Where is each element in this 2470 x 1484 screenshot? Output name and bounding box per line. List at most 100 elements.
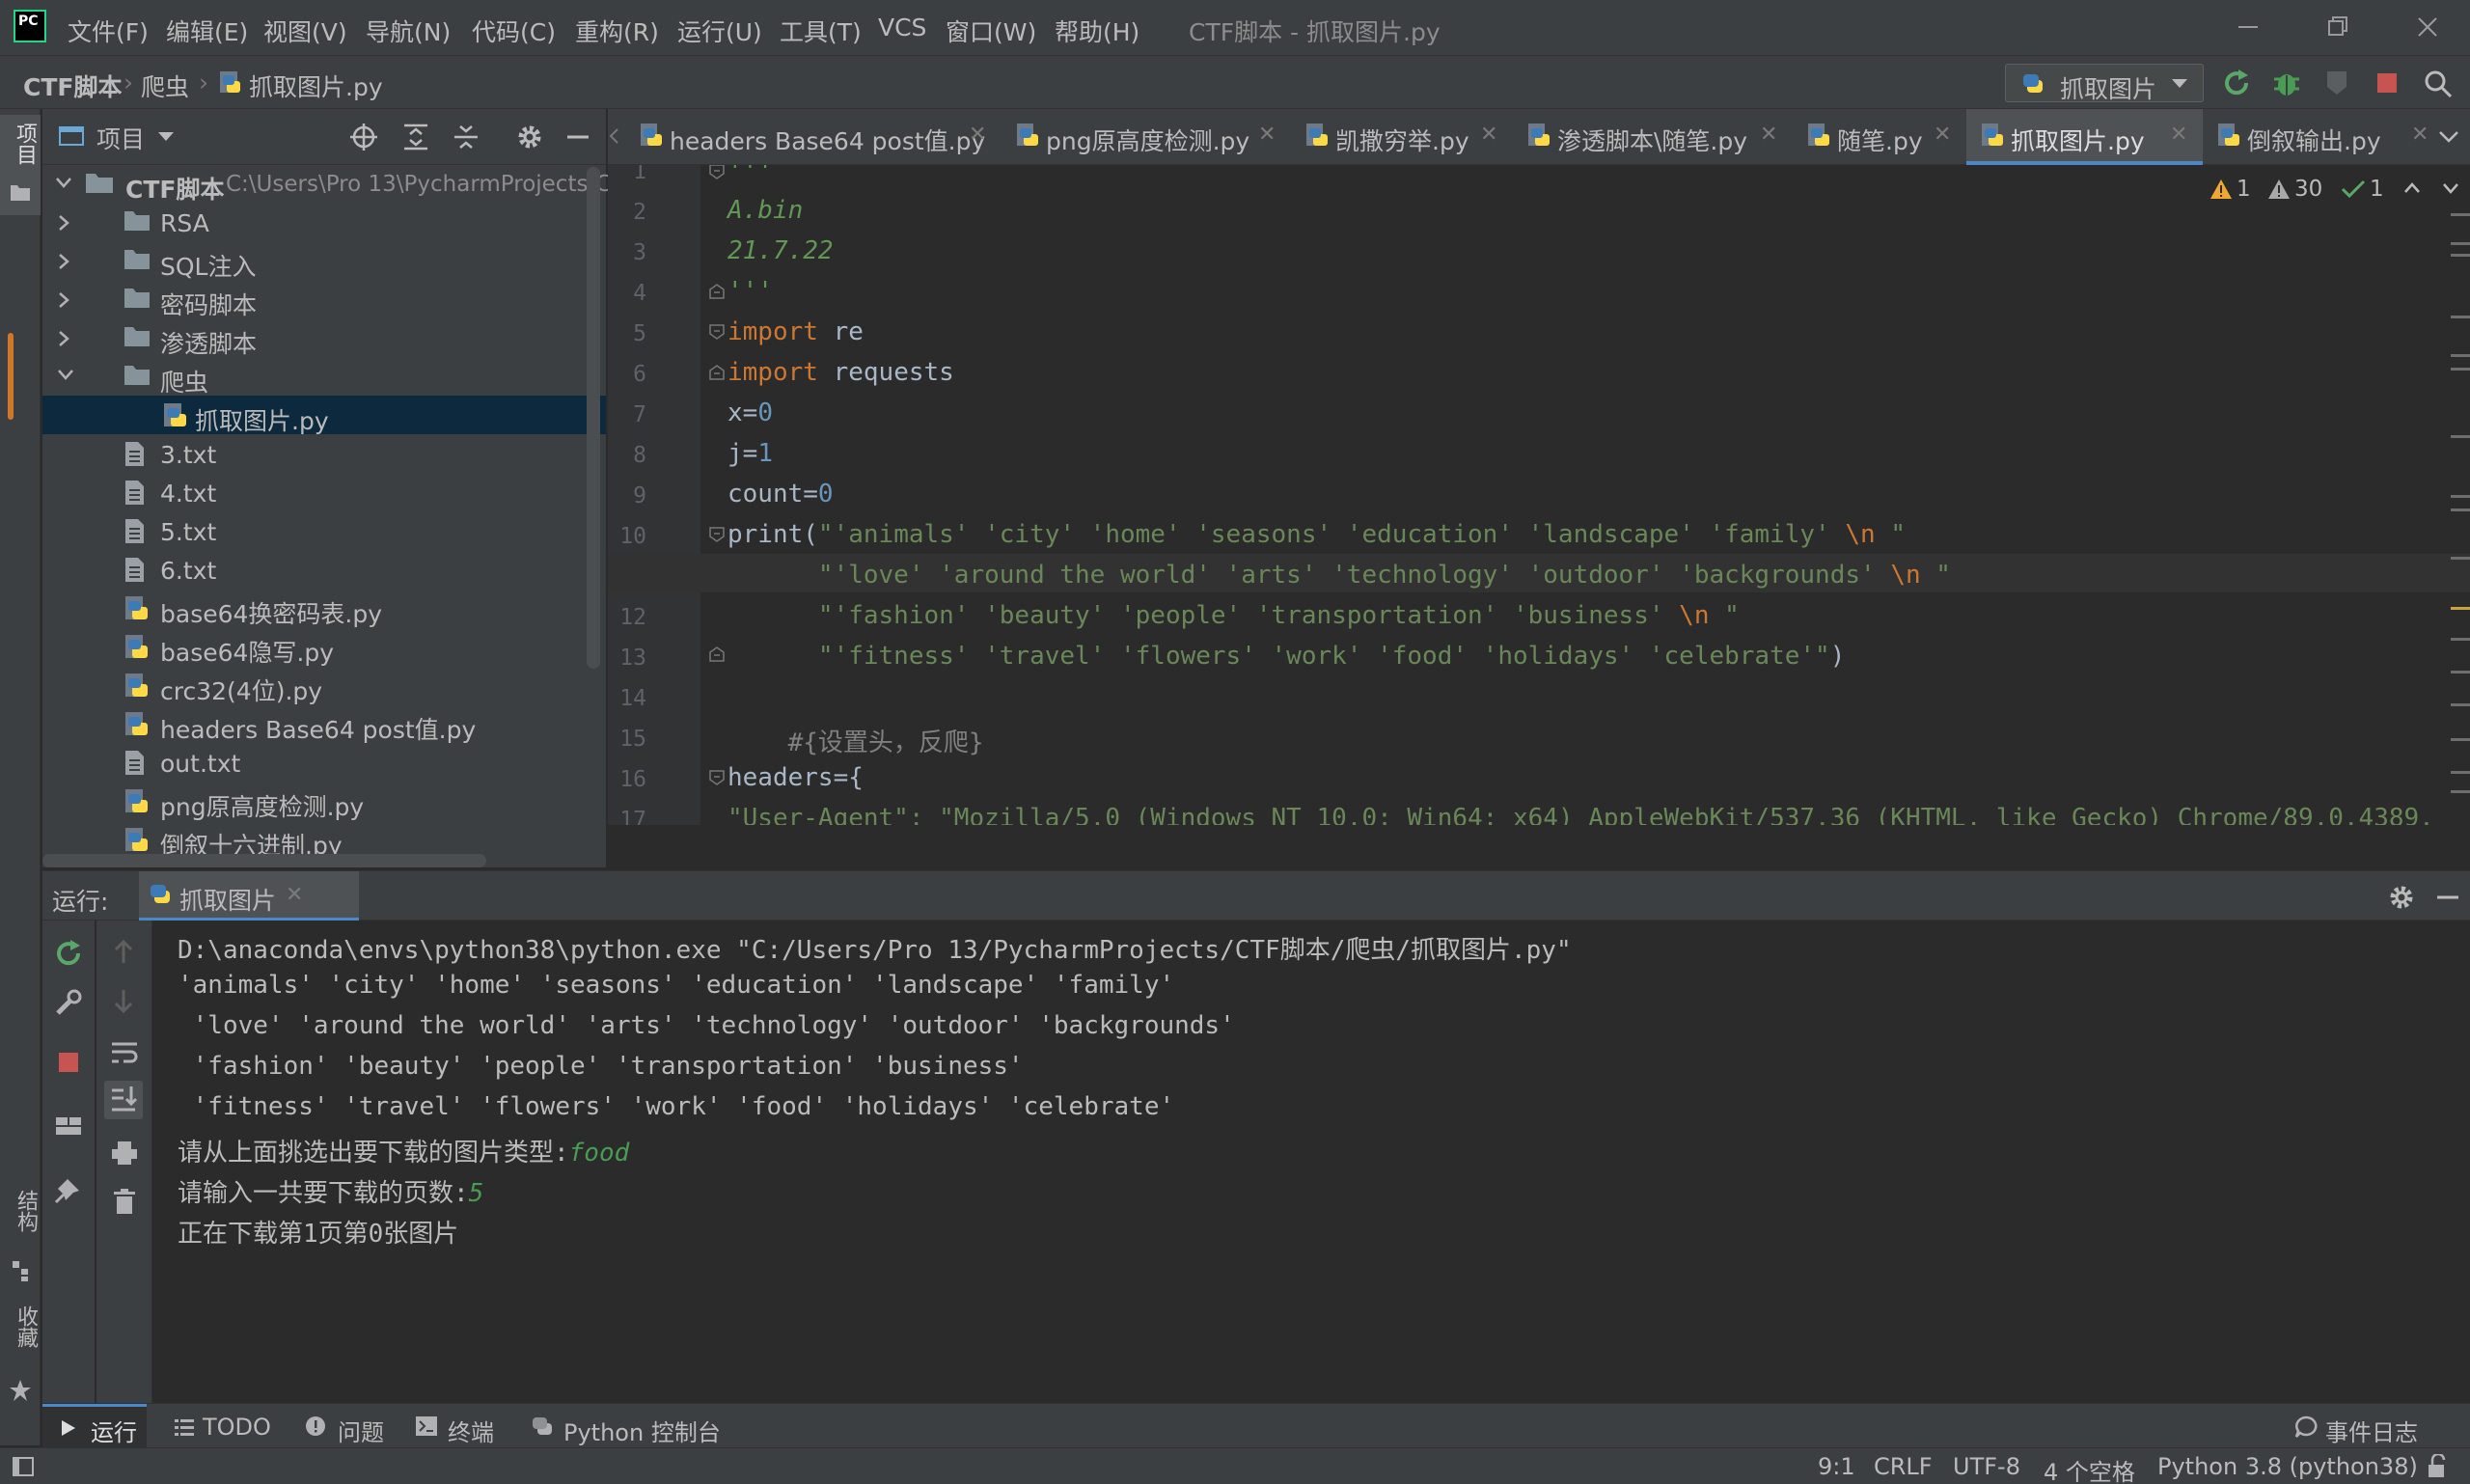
gear-icon[interactable] xyxy=(2387,883,2416,912)
trash-icon[interactable] xyxy=(110,1187,139,1216)
tree-file-row[interactable]: 5.txt xyxy=(42,511,606,550)
fold-icon[interactable] xyxy=(708,323,726,341)
tool-tab-run[interactable]: 运行 xyxy=(42,1404,147,1448)
breadcrumb-project[interactable]: CTF脚本 xyxy=(23,69,122,103)
run-tab[interactable]: 抓取图片 ✕ xyxy=(139,871,359,921)
fold-end-icon[interactable] xyxy=(708,283,726,300)
editor-tab[interactable]: 渗透脚本\随笔.py ✕ xyxy=(1513,109,1793,165)
tool-tab-python-console[interactable]: Python 控制台 xyxy=(563,1414,721,1447)
indent-setting[interactable]: 4 个空格 xyxy=(2044,1453,2135,1484)
hide-panel-icon[interactable] xyxy=(563,123,592,151)
tree-file-row[interactable]: 3.txt xyxy=(42,434,606,473)
fold-end-icon[interactable] xyxy=(708,364,726,381)
menu-refactor[interactable]: 重构(R) xyxy=(575,14,659,48)
hide-panel-icon[interactable] xyxy=(2433,883,2462,912)
gear-icon[interactable] xyxy=(515,123,544,151)
close-tab-icon[interactable]: ✕ xyxy=(2170,123,2187,147)
menu-window[interactable]: 窗口(W) xyxy=(946,14,1036,48)
menu-tools[interactable]: 工具(T) xyxy=(780,14,862,48)
fold-end-icon[interactable] xyxy=(708,646,726,663)
close-tab-icon[interactable]: ✕ xyxy=(969,123,986,147)
chevron-right-icon[interactable] xyxy=(56,213,71,233)
close-window-icon[interactable] xyxy=(2408,10,2447,44)
menu-edit[interactable]: 编辑(E) xyxy=(166,14,248,48)
stop-icon[interactable] xyxy=(56,1050,81,1075)
breadcrumb-folder[interactable]: 爬虫 xyxy=(141,69,189,103)
restore-icon[interactable] xyxy=(2318,10,2356,44)
line-separator[interactable]: CRLF xyxy=(1874,1453,1933,1480)
menu-help[interactable]: 帮助(H) xyxy=(1055,14,1139,48)
tool-tab-event-log[interactable]: 事件日志 xyxy=(2325,1414,2418,1447)
pin-icon[interactable] xyxy=(54,1175,83,1204)
close-tab-icon[interactable]: ✕ xyxy=(1760,123,1777,147)
next-highlight-icon[interactable] xyxy=(2441,180,2460,196)
tool-tab-todo[interactable]: TODO xyxy=(203,1414,271,1441)
tool-tab-problems[interactable]: 问题 xyxy=(338,1414,384,1447)
tree-folder-row[interactable]: 爬虫 xyxy=(42,357,606,397)
menu-vcs[interactable]: VCS xyxy=(878,14,926,41)
close-tab-icon[interactable]: ✕ xyxy=(286,883,303,907)
project-view-selector[interactable]: 项目 xyxy=(96,121,145,155)
lock-icon[interactable] xyxy=(2426,1454,2449,1479)
chevron-right-icon[interactable] xyxy=(56,329,71,348)
chevron-right-icon[interactable] xyxy=(56,290,71,310)
horizontal-scrollbar[interactable] xyxy=(42,854,486,867)
run-console[interactable]: D:\anaconda\envs\python38\python.exe "C:… xyxy=(152,921,2470,1403)
project-tool-tab[interactable]: 项目 xyxy=(0,115,41,215)
tree-file-row[interactable]: out.txt xyxy=(42,743,606,782)
tree-file-row[interactable]: headers Base64 post值.py xyxy=(42,704,606,744)
chevron-right-icon[interactable] xyxy=(56,252,71,271)
tree-file-row[interactable]: 4.txt xyxy=(42,473,606,511)
tree-file-row[interactable]: 6.txt xyxy=(42,550,606,589)
code-editor[interactable]: 1234567891011121314151617 ''' A.bin 21.7… xyxy=(608,165,2470,825)
chevron-down-icon[interactable] xyxy=(56,368,75,383)
editor-tab[interactable]: headers Base64 post值.py ✕ xyxy=(625,109,1002,165)
menu-view[interactable]: 视图(V) xyxy=(263,14,347,48)
print-icon[interactable] xyxy=(110,1139,139,1168)
fold-icon[interactable] xyxy=(708,526,726,543)
coverage-icon[interactable] xyxy=(2321,68,2352,98)
tree-folder-row[interactable]: 渗透脚本 xyxy=(42,318,606,358)
tree-file-row[interactable]: base64隐写.py xyxy=(42,627,606,667)
tree-file-row[interactable]: 抓取图片.py xyxy=(42,396,606,435)
layout-icon[interactable] xyxy=(54,1113,83,1139)
editor-tab[interactable]: png原高度检测.py ✕ xyxy=(1002,109,1291,165)
structure-tool-tab[interactable]: 结构 xyxy=(0,1190,41,1296)
fold-icon[interactable] xyxy=(708,769,726,786)
python-interpreter[interactable]: Python 3.8 (python38) xyxy=(2157,1453,2418,1480)
close-tab-icon[interactable]: ✕ xyxy=(1258,123,1276,147)
close-tab-icon[interactable]: ✕ xyxy=(1480,123,1497,147)
dropdown-arrow-icon[interactable] xyxy=(156,130,176,144)
vertical-scrollbar[interactable] xyxy=(587,167,600,669)
debug-icon[interactable] xyxy=(2271,68,2302,98)
menu-file[interactable]: 文件(F) xyxy=(68,14,149,48)
tab-list-dropdown-icon[interactable] xyxy=(2437,128,2460,146)
toggle-tool-windows-icon[interactable] xyxy=(12,1456,35,1477)
expand-all-icon[interactable] xyxy=(401,123,430,151)
search-icon[interactable] xyxy=(2422,68,2455,100)
collapse-all-icon[interactable] xyxy=(452,123,480,151)
locate-icon[interactable] xyxy=(349,123,378,151)
rerun-icon[interactable] xyxy=(2221,68,2254,98)
scroll-tabs-left-icon[interactable] xyxy=(608,126,619,146)
wrench-icon[interactable] xyxy=(54,988,83,1017)
minimize-icon[interactable] xyxy=(2229,10,2267,44)
error-stripe[interactable] xyxy=(2449,213,2470,825)
favorites-tool-tab[interactable]: 收藏 xyxy=(0,1305,41,1421)
menu-code[interactable]: 代码(C) xyxy=(472,14,556,48)
breadcrumb-file[interactable]: 抓取图片.py xyxy=(249,69,383,103)
menu-navigate[interactable]: 导航(N) xyxy=(366,14,451,48)
tree-folder-row[interactable]: RSA xyxy=(42,203,606,241)
editor-tab[interactable]: 凯撒穷举.py ✕ xyxy=(1291,109,1513,165)
up-arrow-icon[interactable] xyxy=(110,938,137,965)
tree-file-row[interactable]: crc32(4位).py xyxy=(42,666,606,705)
file-encoding[interactable]: UTF-8 xyxy=(1953,1453,2020,1480)
menu-run[interactable]: 运行(U) xyxy=(677,14,762,48)
editor-tab[interactable]: 抓取图片.py ✕ xyxy=(1966,109,2203,165)
close-tab-icon[interactable]: ✕ xyxy=(2411,123,2429,147)
stop-icon[interactable] xyxy=(2374,69,2401,96)
rerun-icon[interactable] xyxy=(54,938,85,969)
tree-folder-row[interactable]: 密码脚本 xyxy=(42,280,606,319)
tree-file-row[interactable]: png原高度检测.py xyxy=(42,782,606,821)
scroll-to-end-icon[interactable] xyxy=(104,1081,143,1119)
